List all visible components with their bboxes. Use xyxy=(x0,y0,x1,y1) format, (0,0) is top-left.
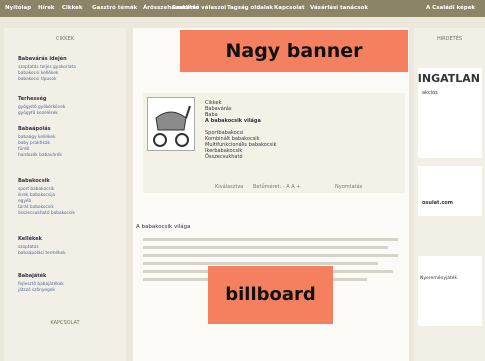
nav-item-expert[interactable]: Szakértő válaszol xyxy=(172,5,226,11)
right-ad-1[interactable]: INGATLAN akciós xyxy=(418,68,482,158)
billboard-banner[interactable]: billboard xyxy=(208,266,333,324)
sidebar-link[interactable]: játszó szőnyegek xyxy=(18,288,64,294)
sidebar-section: Terhesség gyógyító gyökérkövek gyógyfű k… xyxy=(18,96,65,117)
right-ad-1-sub: akciós xyxy=(422,90,438,96)
sidebar-link[interactable]: hordozók babavárók xyxy=(18,153,62,159)
sidebar-link[interactable]: gyógyfű kezelések xyxy=(18,111,65,117)
sidebar-section-title: Babaápolás xyxy=(18,126,51,132)
right-ad-2[interactable]: osulat.com xyxy=(418,166,482,216)
sidebar-section-title: Babajáték xyxy=(18,273,47,279)
product-breadcrumbs: Cikkek Babavárás Baba A babakocsik világ… xyxy=(205,100,277,160)
sidebar-header: CIKKEK xyxy=(56,36,74,42)
sidebar-section-title: Babakocsik xyxy=(18,178,50,184)
right-ad-2-text: osulat.com xyxy=(422,200,453,206)
right-ad-1-text: INGATLAN xyxy=(417,72,480,85)
print-link[interactable]: Nyomtatás xyxy=(335,184,362,190)
text-line xyxy=(143,262,378,265)
sidebar-link[interactable]: babakocsi típusok xyxy=(18,77,76,83)
nagy-banner[interactable]: Nagy banner xyxy=(180,30,408,72)
right-ad-3-text: Nyereményjáték xyxy=(420,276,458,281)
nav-item-home[interactable]: Nyitólap xyxy=(5,5,31,11)
sidebar-section-title: Babavárás idején xyxy=(18,56,67,62)
sidebar-section: Babaápolás babaágy kellékek baby praktik… xyxy=(18,126,62,159)
selected-label: Kiválasztva xyxy=(215,184,244,190)
text-line xyxy=(143,246,388,249)
font-size-control[interactable]: Betűméret: - A A + xyxy=(253,184,300,190)
nav-item-contact[interactable]: Kapcsolat xyxy=(274,5,304,11)
nav-item-articles[interactable]: Cikkek xyxy=(62,5,82,11)
sidebar-section: Babavárás idején szoptatás teljes gyakor… xyxy=(18,56,76,83)
nav-item-gastro[interactable]: Gasztró témák xyxy=(92,5,137,11)
nav-item-tips[interactable]: Vásárlási tanácsok xyxy=(310,5,368,11)
sidebar-link[interactable]: összecsukható babakocsik xyxy=(18,211,75,217)
stroller-image xyxy=(147,97,195,151)
sidebar-section-title: Kellékek xyxy=(18,236,42,242)
sidebar-link[interactable]: babaápolási termékek xyxy=(18,251,66,257)
right-sidebar-header: HIRDETÉS xyxy=(436,36,463,42)
top-navigation-bar: Nyitólap Hírek Cikkek Gasztró témák Árös… xyxy=(0,0,485,17)
nav-item-family-photos[interactable]: A Családi képek xyxy=(426,5,475,11)
left-sidebar: CIKKEK Babavárás idején szoptatás teljes… xyxy=(4,28,126,361)
sidebar-section: Babajáték fejlesztő babajátékok játszó s… xyxy=(18,273,64,294)
text-line xyxy=(143,254,398,257)
article-title: A babakocsik világa xyxy=(136,224,191,230)
sidebar-footer: KAPCSOLAT xyxy=(50,320,80,326)
sidebar-section: Kellékek szoptatás babaápolási termékek xyxy=(18,236,66,257)
sidebar-section: Babakocsik sport babakocsik ikrek babako… xyxy=(18,178,75,217)
text-line xyxy=(143,238,398,241)
right-sidebar: HIRDETÉS INGATLAN akciós osulat.com Nyer… xyxy=(414,28,485,361)
nav-item-news[interactable]: Hírek xyxy=(38,5,55,11)
product-link[interactable]: Összecsukható xyxy=(205,154,277,160)
right-ad-3[interactable]: Nyereményjáték xyxy=(418,256,482,326)
sidebar-section-title: Terhesség xyxy=(18,96,47,102)
nav-item-members[interactable]: Tagság oldalak xyxy=(227,5,273,11)
